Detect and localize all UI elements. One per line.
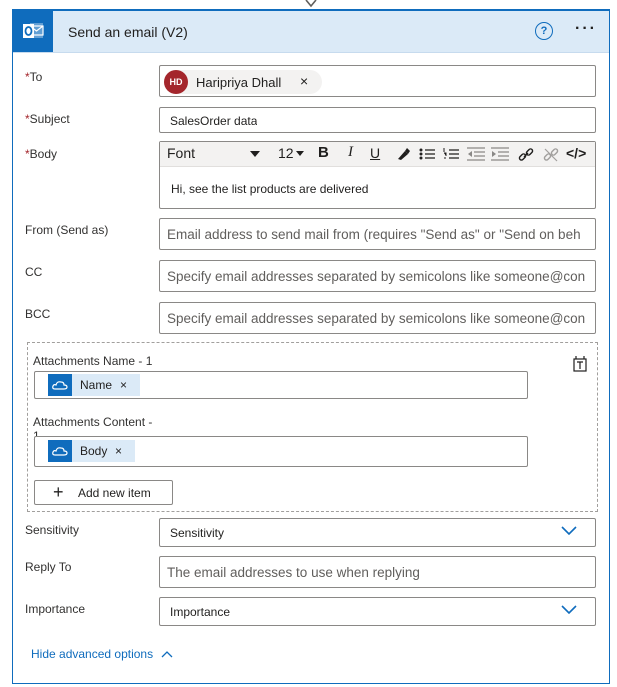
send-email-action-card: Send an email (V2) ? ··· *To HD Haripriy… bbox=[12, 9, 610, 684]
add-new-item-button[interactable]: + Add new item bbox=[34, 480, 173, 505]
switch-mode-icon[interactable] bbox=[572, 356, 588, 373]
outlook-icon bbox=[13, 11, 53, 52]
card-header[interactable]: Send an email (V2) ? ··· bbox=[13, 11, 609, 53]
reply-to-placeholder: The email addresses to use when replying bbox=[167, 565, 420, 580]
highlight-icon[interactable] bbox=[396, 147, 410, 161]
to-label: *To bbox=[25, 70, 43, 84]
code-view-button[interactable]: </> bbox=[566, 145, 586, 161]
bullet-list-icon[interactable] bbox=[419, 147, 435, 161]
reply-to-label: Reply To bbox=[25, 560, 72, 574]
token-label: Body bbox=[80, 444, 108, 458]
font-size-select[interactable]: 12 bbox=[278, 145, 294, 161]
from-input[interactable]: Email address to send mail from (require… bbox=[159, 218, 596, 250]
help-icon[interactable]: ? bbox=[535, 22, 553, 40]
reply-to-input[interactable]: The email addresses to use when replying bbox=[159, 556, 596, 588]
from-label: From (Send as) bbox=[25, 223, 109, 237]
avatar: HD bbox=[164, 70, 188, 94]
remove-token-button[interactable]: × bbox=[115, 444, 122, 458]
cc-label: CC bbox=[25, 265, 43, 279]
sensitivity-dropdown[interactable]: Sensitivity bbox=[159, 518, 596, 547]
remove-token-button[interactable]: × bbox=[120, 378, 127, 392]
body-editor[interactable]: Font 12 B I U </> Hi, see the list produ… bbox=[159, 141, 596, 209]
cc-input[interactable]: Specify email addresses separated by sem… bbox=[159, 260, 596, 292]
body-text: Hi, see the list products are delivered bbox=[171, 182, 369, 196]
attachments-name-label: Attachments Name - 1 bbox=[33, 354, 153, 368]
link-icon[interactable] bbox=[518, 147, 534, 162]
bcc-placeholder: Specify email addresses separated by sem… bbox=[167, 311, 586, 326]
italic-button[interactable]: I bbox=[348, 144, 353, 161]
underline-button[interactable]: U bbox=[370, 145, 380, 161]
hide-advanced-options-link[interactable]: Hide advanced options bbox=[31, 647, 173, 661]
chevron-down-icon bbox=[561, 526, 577, 535]
decrease-indent-icon[interactable] bbox=[467, 147, 485, 161]
dynamic-content-token-name[interactable]: Name × bbox=[48, 374, 140, 396]
remove-recipient-button[interactable]: × bbox=[300, 73, 308, 89]
attachments-content-label: Attachments Content - bbox=[33, 415, 153, 429]
bcc-label: BCC bbox=[25, 307, 51, 321]
connector-arrow-icon bbox=[305, 0, 317, 8]
token-label: Name bbox=[80, 378, 113, 392]
font-family-select[interactable]: Font bbox=[167, 145, 195, 161]
action-title: Send an email (V2) bbox=[68, 24, 188, 40]
subject-input[interactable]: SalesOrder data bbox=[159, 107, 596, 133]
numbered-list-icon[interactable] bbox=[443, 147, 459, 161]
chevron-down-icon bbox=[296, 151, 304, 156]
importance-value: Importance bbox=[170, 605, 231, 619]
to-field[interactable]: HD Haripriya Dhall × bbox=[159, 65, 596, 97]
importance-label: Importance bbox=[25, 602, 86, 616]
importance-dropdown[interactable]: Importance bbox=[159, 597, 596, 626]
bcc-input[interactable]: Specify email addresses separated by sem… bbox=[159, 302, 596, 334]
chevron-up-icon bbox=[161, 651, 173, 658]
onedrive-icon bbox=[48, 440, 72, 462]
bold-button[interactable]: B bbox=[318, 144, 329, 161]
subject-value: SalesOrder data bbox=[170, 114, 258, 128]
more-options-icon[interactable]: ··· bbox=[575, 20, 597, 38]
hide-advanced-options-label: Hide advanced options bbox=[31, 647, 154, 661]
onedrive-icon bbox=[48, 374, 72, 396]
rich-text-toolbar: Font 12 B I U </> bbox=[160, 142, 595, 167]
from-placeholder: Email address to send mail from (require… bbox=[167, 227, 581, 242]
plus-icon: + bbox=[53, 482, 64, 502]
chevron-down-icon bbox=[250, 151, 260, 157]
body-label: *Body bbox=[25, 147, 58, 161]
recipient-name: Haripriya Dhall bbox=[196, 75, 282, 90]
attachments-name-input[interactable]: Name × bbox=[34, 371, 528, 399]
add-new-item-label: Add new item bbox=[78, 486, 151, 500]
cc-placeholder: Specify email addresses separated by sem… bbox=[167, 269, 586, 284]
sensitivity-value: Sensitivity bbox=[170, 526, 225, 540]
attachments-content-input[interactable]: Body × bbox=[34, 436, 528, 467]
sensitivity-label: Sensitivity bbox=[25, 523, 80, 537]
unlink-icon[interactable] bbox=[543, 147, 559, 162]
chevron-down-icon bbox=[561, 605, 577, 614]
subject-label: *Subject bbox=[25, 112, 70, 126]
increase-indent-icon[interactable] bbox=[491, 147, 509, 161]
dynamic-content-token-body[interactable]: Body × bbox=[48, 440, 135, 462]
recipient-chip: HD Haripriya Dhall × bbox=[164, 70, 322, 94]
